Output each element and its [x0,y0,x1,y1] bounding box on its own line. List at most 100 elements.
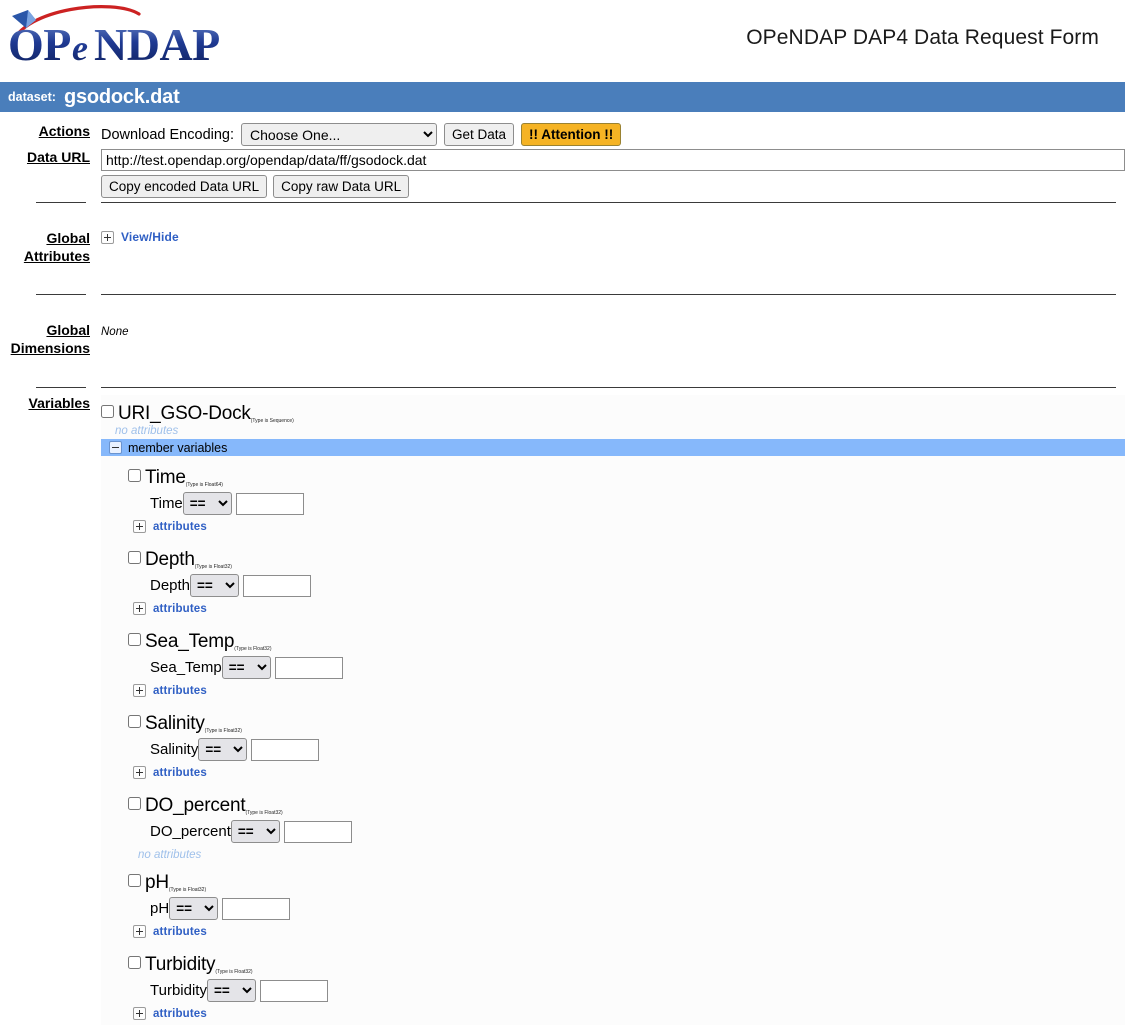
data-url-label: Data URL [26,149,90,165]
variable-operator-select[interactable]: == [169,897,219,920]
variable-name: Turbidity [145,954,216,975]
variable-constraint: DO_percent == [128,820,1125,843]
variable-attributes-line: attributes [128,1007,1125,1025]
variables-row: Variables URI_GSO-Dock (Type is Sequence… [0,388,1125,1025]
variable-header: Time (Type is Float64) [128,467,1125,489]
variable-operator-select[interactable]: == [206,979,256,1002]
variable-name: Sea_Temp [145,631,235,652]
variable-value-input[interactable] [222,897,291,920]
sequence-header: URI_GSO-Dock (Type is Sequence) [101,403,1125,425]
actions-label: Actions [38,123,90,139]
variable-constraint: Depth == [128,574,1125,597]
variable-attributes-label: attributes [153,684,207,697]
global-dimensions-value: None [101,326,129,338]
variable-checkbox[interactable] [128,797,141,810]
variable-attributes-toggle[interactable]: attributes [133,1007,207,1020]
request-form: Actions Download Encoding: Choose One...… [0,112,1125,1025]
variable-attributes-toggle[interactable]: attributes [133,925,207,938]
plus-icon [133,684,146,697]
global-attributes-label: Global Attributes [23,230,90,264]
variable-header: Depth (Type is Float32) [128,549,1125,571]
variable-constraint-name: DO_percent [150,823,231,840]
variable-value-input[interactable] [283,820,352,843]
variable-operator-select[interactable]: == [221,656,271,679]
variable-operator-select[interactable]: == [190,574,240,597]
variable-checkbox[interactable] [128,874,141,887]
svg-text:OP: OP [8,19,71,70]
variable-attributes-toggle[interactable]: attributes [133,766,207,779]
variable-attributes-line: attributes [128,925,1125,943]
variable-attributes-label: attributes [153,602,207,615]
variable-header: pH (Type is Float32) [128,872,1125,894]
variable-type-note: (Type is Float32) [168,887,207,893]
variable-attributes-toggle[interactable]: attributes [133,602,207,615]
dataset-label: dataset: [8,90,56,104]
global-attributes-toggle-label: View/Hide [121,230,179,244]
variable-name: Depth [145,549,195,570]
variable-checkbox[interactable] [128,551,141,564]
variable-constraint-name: Salinity [150,741,199,758]
variable-attributes-line: attributes [128,520,1125,538]
variable-constraint: Turbidity == [128,979,1125,1002]
sequence-type-note: (Type is Sequence) [250,418,294,424]
variable-constraint-name: pH [150,900,170,917]
member-variables-bar[interactable]: member variables [101,439,1125,456]
opendap-logo: OP e NDAP [4,2,234,74]
variable-header: DO_percent (Type is Float32) [128,795,1125,817]
variable-value-input[interactable] [243,574,312,597]
get-data-button[interactable]: Get Data [444,123,515,146]
variable-block: Sea_Temp (Type is Float32) Sea_Temp == a… [101,620,1125,702]
page-title: OPeNDAP DAP4 Data Request Form [746,26,1099,49]
global-dimensions-label: Global Dimensions [10,322,90,356]
actions-row: Actions Download Encoding: Choose One...… [0,112,1125,146]
variable-block: Salinity (Type is Float32) Salinity == a… [101,702,1125,784]
variable-block: DO_percent (Type is Float32) DO_percent … [101,784,1125,861]
variable-header: Sea_Temp (Type is Float32) [128,631,1125,653]
sequence-name: URI_GSO-Dock [118,403,251,424]
variable-block: pH (Type is Float32) pH == attributes [101,861,1125,943]
plus-icon [133,766,146,779]
variable-checkbox[interactable] [128,469,141,482]
variable-attributes-label: attributes [153,766,207,779]
variables-label: Variables [28,395,91,411]
variable-list: Time (Type is Float64) Time == attribute… [101,456,1125,1025]
dataset-name: gsodock.dat [63,85,180,108]
variable-value-input[interactable] [259,979,328,1002]
variable-block: Time (Type is Float64) Time == attribute… [101,456,1125,538]
variable-value-input[interactable] [274,656,343,679]
minus-icon [109,441,122,454]
variable-header: Turbidity (Type is Float32) [128,954,1125,976]
sequence-checkbox[interactable] [101,405,114,418]
global-attributes-field: View/Hide [90,203,1125,278]
plus-icon [133,602,146,615]
variable-attributes-line: attributes [128,602,1125,620]
variable-operator-select[interactable]: == [198,738,248,761]
variable-value-input[interactable] [235,492,304,515]
variable-value-input[interactable] [251,738,320,761]
download-encoding-select[interactable]: Choose One... [241,123,438,146]
variable-type-note: (Type is Float32) [215,969,253,975]
variable-checkbox[interactable] [128,715,141,728]
variable-attributes-toggle[interactable]: attributes [133,520,207,533]
data-url-field: Copy encoded Data URL Copy raw Data URL [90,146,1125,202]
download-encoding-label: Download Encoding: [101,126,235,143]
variable-checkbox[interactable] [128,956,141,969]
global-attributes-viewhide-toggle[interactable]: View/Hide [101,230,179,244]
variable-operator-select[interactable]: == [182,492,232,515]
data-url-input[interactable] [101,149,1125,171]
copy-raw-url-button[interactable]: Copy raw Data URL [273,175,410,198]
variables-field: URI_GSO-Dock (Type is Sequence) no attri… [90,388,1125,1025]
variables-panel: URI_GSO-Dock (Type is Sequence) no attri… [101,395,1125,1025]
sequence-no-attributes: no attributes [115,425,179,437]
variable-no-attributes: no attributes [138,849,202,861]
page-header: OP e NDAP OPeNDAP DAP4 Data Request Form [0,0,1125,82]
variable-type-note: (Type is Float32) [204,728,242,734]
copy-encoded-url-button[interactable]: Copy encoded Data URL [101,175,268,198]
variable-checkbox[interactable] [128,633,141,646]
variable-attributes-toggle[interactable]: attributes [133,684,207,697]
attention-button[interactable]: !! Attention !! [521,123,622,146]
plus-icon [101,230,114,244]
variable-operator-select[interactable]: == [230,820,280,843]
variable-attributes-label: attributes [153,520,207,533]
variable-attributes-line: attributes [128,766,1125,784]
